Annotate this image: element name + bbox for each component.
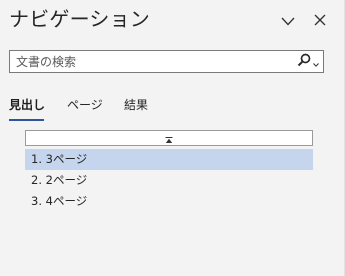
pane-close-button[interactable] [310,10,330,30]
search-options-button[interactable] [295,52,321,71]
heading-item[interactable]: 1. 3ページ [25,149,313,170]
active-tab-indicator [9,119,44,121]
close-icon [314,11,326,30]
chevron-down-icon [313,52,319,71]
pane-options-button[interactable] [278,10,298,30]
collapse-all-button[interactable] [25,130,313,146]
heading-list: 1. 3ページ 2. 2ページ 3. 4ページ [25,149,313,212]
navigation-tabs: 見出し ページ 結果 [0,96,345,122]
navigation-pane: ナビゲーション 文書の検索 見出し ページ 結果 1. 3ページ 2. 2ページ… [0,0,345,276]
pane-title: ナビゲーション [9,7,150,31]
search-box [9,50,324,73]
chevron-down-icon [281,11,295,30]
headings-tree: 1. 3ページ 2. 2ページ 3. 4ページ [25,130,313,212]
heading-item[interactable]: 2. 2ページ [25,170,313,191]
tab-headings[interactable]: 見出し [9,96,45,114]
tab-results[interactable]: 結果 [124,96,148,114]
collapse-all-icon [165,129,173,148]
search-icon [297,52,311,71]
heading-item[interactable]: 3. 4ページ [25,191,313,212]
search-input[interactable] [10,51,296,72]
tab-pages[interactable]: ページ [67,96,103,114]
